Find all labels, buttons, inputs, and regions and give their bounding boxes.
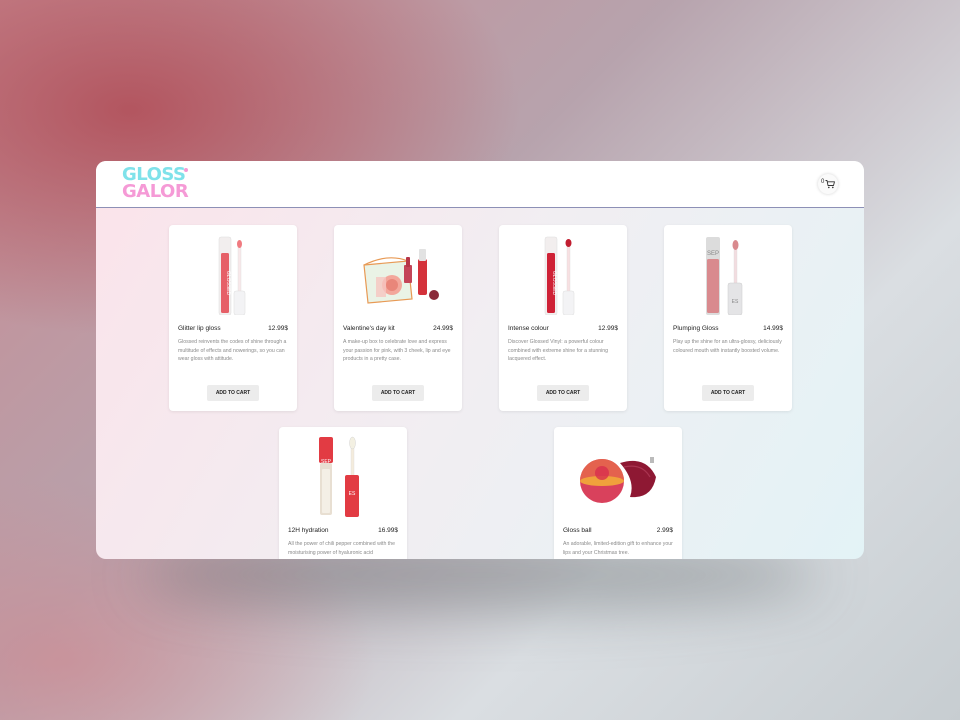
product-description: A make-up box to celebrate love and expr…	[343, 339, 451, 363]
product-price: 12.99$	[268, 325, 288, 332]
glitter-gloss-image: GLOSSED	[218, 236, 246, 315]
logo-dot	[184, 168, 188, 172]
product-name: Glitter lip gloss	[178, 325, 221, 332]
shopping-cart-icon	[825, 180, 835, 189]
gloss-ball-image	[580, 457, 656, 503]
product-price: 16.99$	[378, 527, 398, 534]
product-description: An adorable, limited-edition gift to enh…	[563, 541, 673, 556]
header: GLOSS GALOR 0	[96, 161, 864, 208]
svg-text:ES: ES	[349, 491, 356, 497]
product-card: Gloss ball 2.99$ An adorable, limited-ed…	[554, 427, 682, 559]
product-description: All the power of chili pepper combined w…	[288, 541, 395, 556]
product-name: 12H hydration	[288, 527, 329, 534]
product-card: GLOSSED Intense colour 12.99$ Discover G…	[499, 225, 627, 411]
plumping-gloss-image: SEP ES	[706, 237, 743, 315]
add-to-cart-button[interactable]: ADD TO CART	[207, 385, 259, 401]
cart-button[interactable]: 0	[818, 174, 838, 194]
valentines-kit-image	[363, 249, 439, 304]
product-price: 14.99$	[763, 325, 783, 332]
add-to-cart-button[interactable]: ADD TO CART	[372, 385, 424, 401]
product-name: Valentine's day kit	[343, 325, 395, 332]
svg-text:GLOSSED: GLOSSED	[225, 271, 231, 296]
product-description: Glossed reinvents the codes of shine thr…	[178, 339, 287, 363]
product-name: Intense colour	[508, 325, 549, 332]
svg-text:SEP: SEP	[707, 251, 719, 257]
product-name: Gloss ball	[563, 527, 592, 534]
hydration-gloss-image: SEP ES	[319, 436, 359, 517]
product-description: Play up the shine for an ultra-glossy, d…	[673, 339, 782, 354]
product-card: GLOSSED Glitter lip gloss 12.99$ Glossed…	[169, 225, 297, 411]
product-name: Plumping Gloss	[673, 325, 719, 332]
product-description: Discover Glossed Vinyl: a powerful colou…	[508, 339, 609, 363]
product-card: Valentine's day kit 24.99$ A make-up box…	[334, 225, 462, 411]
intense-colour-image: GLOSSED	[544, 236, 575, 315]
app-window: GLOSS GALOR 0 GLOSSED Glitter lip gloss …	[96, 161, 864, 559]
product-card: SEP ES Plumping Gloss 14.99$ Play up the…	[664, 225, 792, 411]
cart-count: 0	[821, 179, 825, 185]
add-to-cart-button[interactable]: ADD TO CART	[702, 385, 754, 401]
product-price: 2.99$	[656, 527, 673, 534]
product-price: 12.99$	[598, 325, 618, 332]
add-to-cart-button[interactable]: ADD TO CART	[537, 385, 589, 401]
svg-text:ES: ES	[732, 299, 739, 305]
svg-text:GLOSSED: GLOSSED	[551, 271, 557, 296]
gloss-galor-logo[interactable]: GLOSS GALOR	[122, 166, 192, 201]
product-price: 24.99$	[433, 325, 453, 332]
product-card: SEP ES 12H hydration 16.99$ All the powe…	[279, 427, 407, 559]
